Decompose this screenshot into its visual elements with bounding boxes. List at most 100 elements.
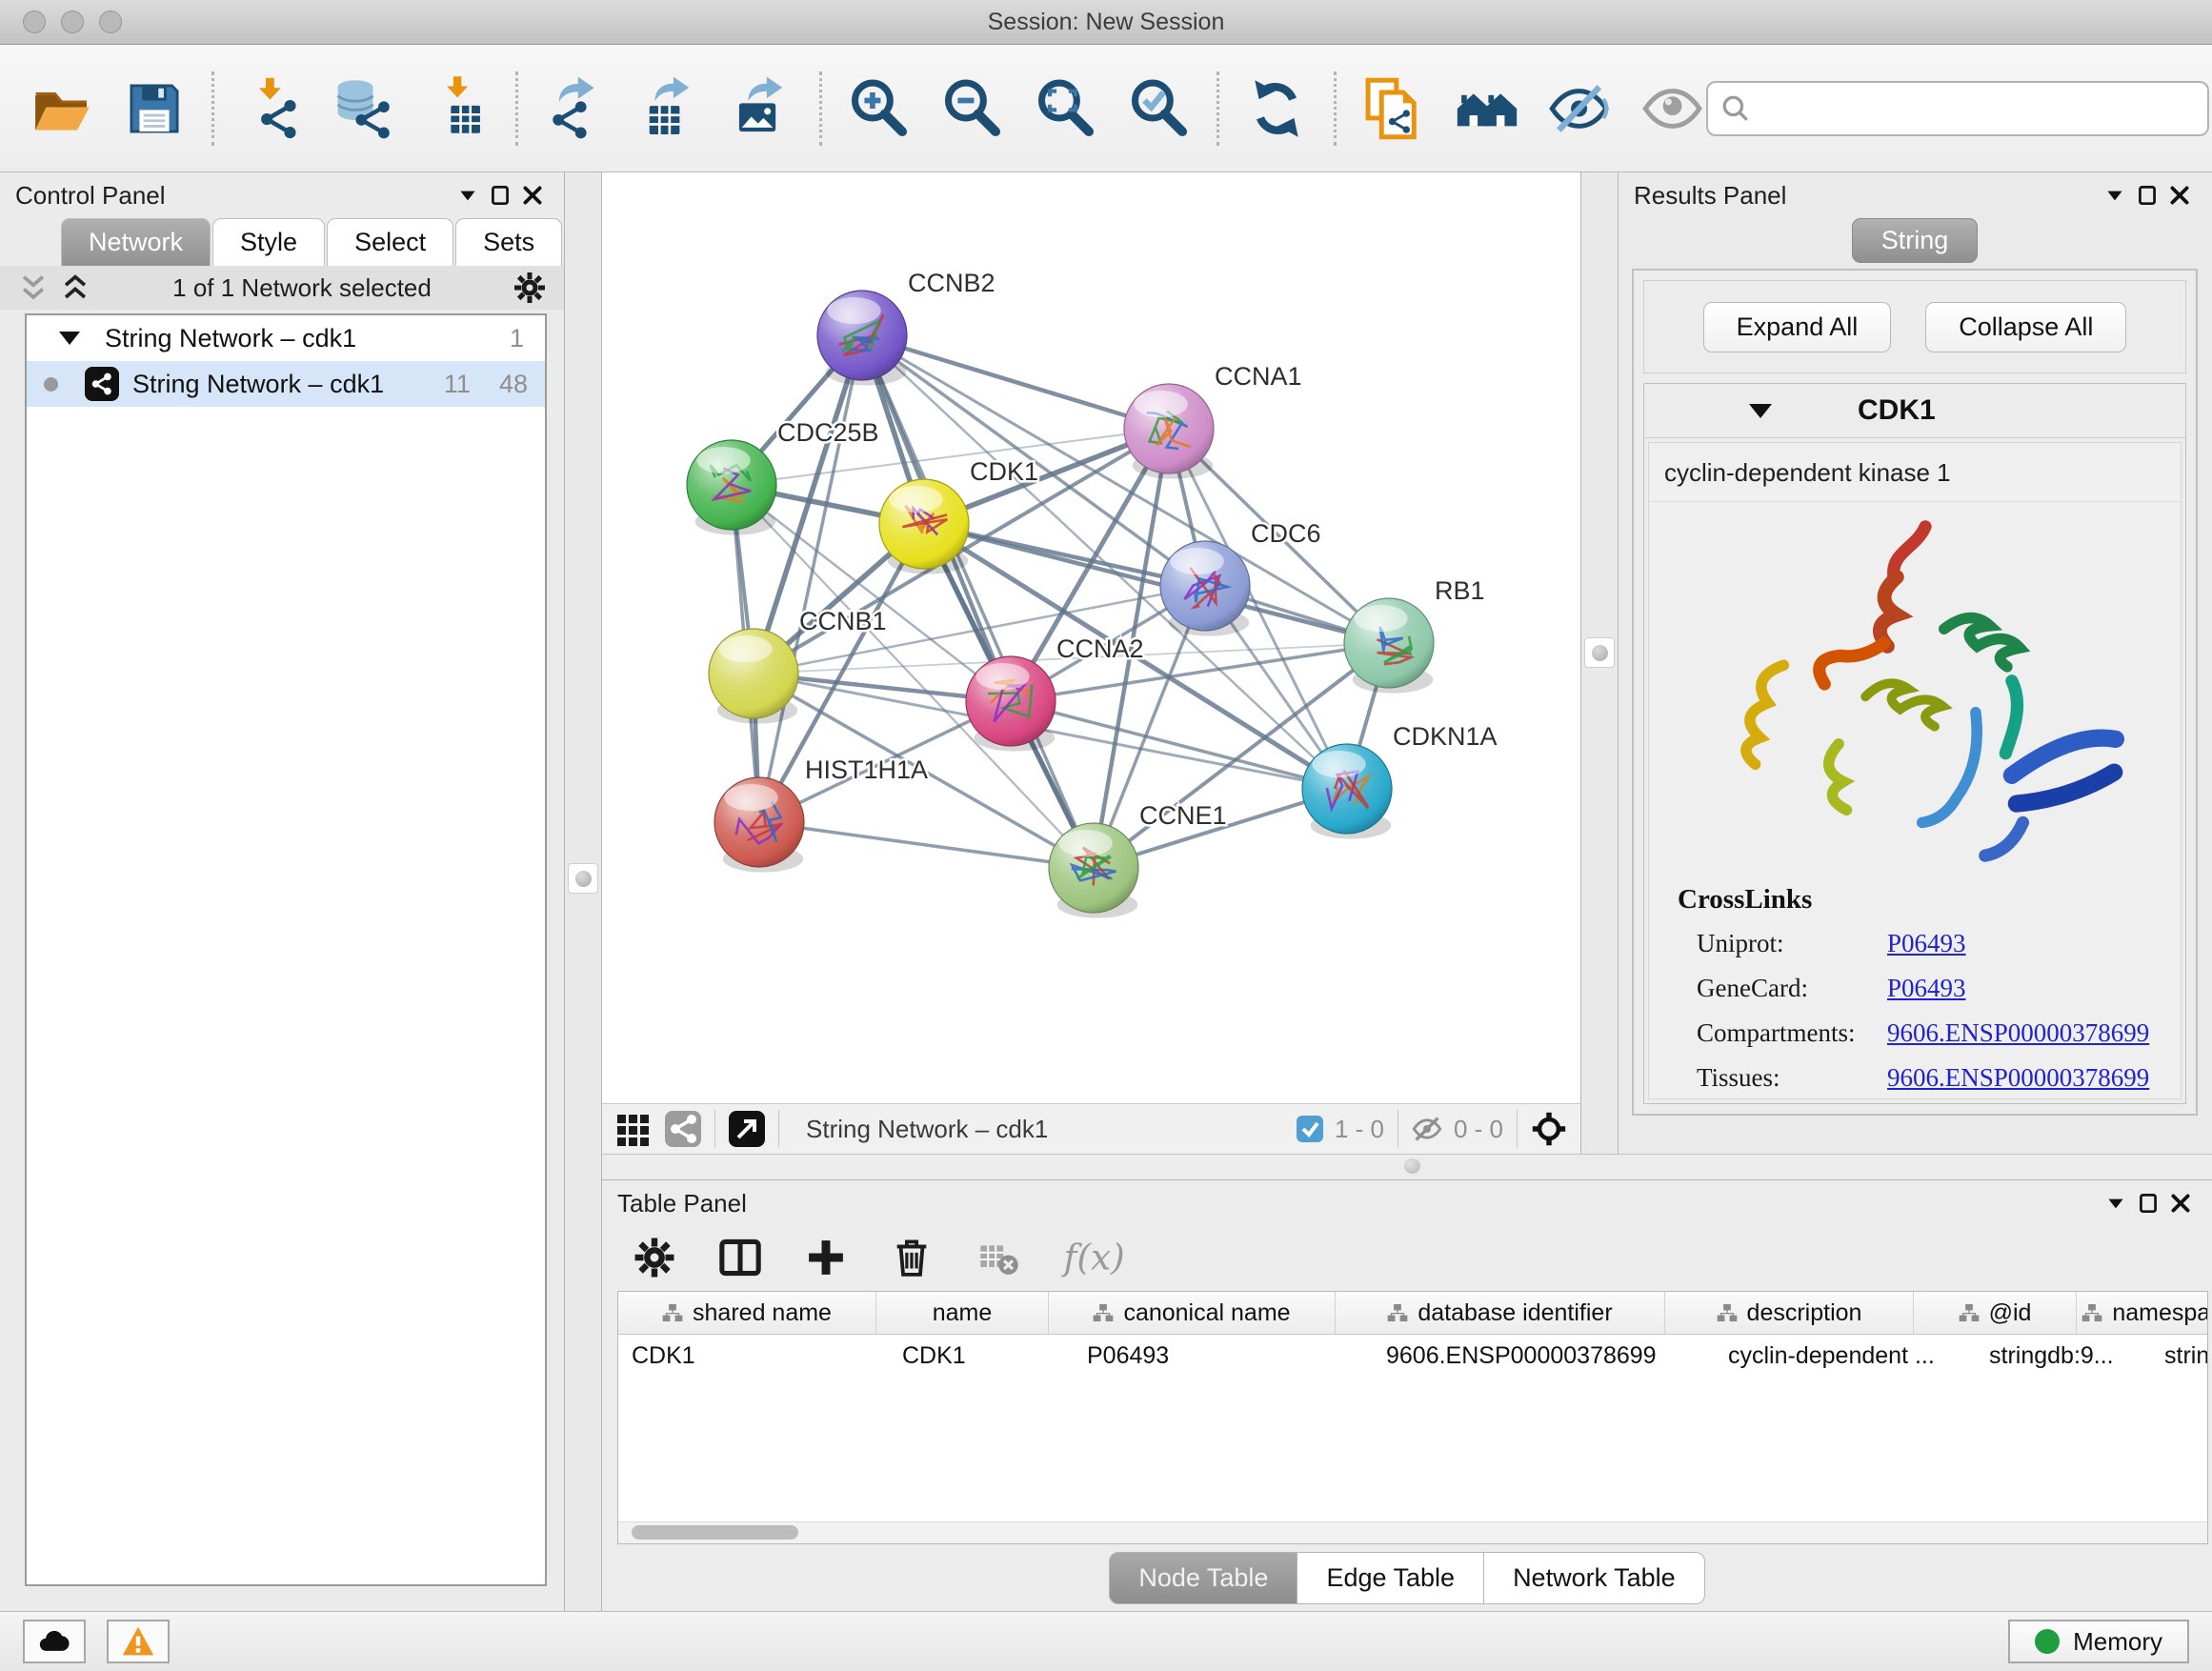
node-HIST1H1A[interactable]: HIST1H1A [714, 755, 928, 873]
tab-string[interactable]: String [1852, 218, 1979, 263]
memory-button[interactable]: Memory [2008, 1620, 2189, 1663]
edge-CCNB2-HIST1H1A[interactable] [759, 335, 862, 822]
node-CCNB1[interactable]: CCNB1 [709, 607, 887, 724]
fit-selected-button[interactable] [1531, 1111, 1567, 1147]
zoom-fit-button[interactable] [1034, 76, 1098, 141]
collapse-all-icon[interactable] [17, 272, 50, 304]
table-cell[interactable]: 9606.ENSP00000378699 [1373, 1335, 1715, 1377]
table-delete-table-button[interactable] [975, 1236, 1019, 1279]
column-header-namespac[interactable]: namespac [2077, 1292, 2208, 1334]
control-panel-close-button[interactable] [516, 179, 549, 211]
node-RB1[interactable]: RB1 [1344, 576, 1485, 694]
results-panel-float-button[interactable] [2131, 179, 2163, 211]
results-panel-collapse-button[interactable] [2099, 179, 2131, 211]
hierarchy-icon [1387, 1302, 1408, 1323]
tab-network-table[interactable]: Network Table [1484, 1552, 1705, 1604]
table-fx-button[interactable]: f(x) [1061, 1236, 1137, 1279]
open-file-button[interactable] [29, 76, 93, 141]
column-header-canonical-name[interactable]: canonical name [1049, 1292, 1336, 1334]
table-panel-float-button[interactable] [2132, 1187, 2164, 1219]
table-panel-close-button[interactable] [2164, 1187, 2197, 1219]
apply-preferred-layout-button[interactable] [1244, 76, 1309, 141]
search-input[interactable] [1760, 92, 2196, 124]
tissues-link[interactable]: 9606.ENSP00000378699 [1887, 1063, 2149, 1093]
zoom-selected-button[interactable] [1127, 76, 1192, 141]
network-collection-row[interactable]: String Network – cdk1 1 [27, 315, 545, 361]
export-network-button[interactable] [543, 76, 608, 141]
tab-node-table[interactable]: Node Table [1109, 1552, 1297, 1604]
column-header-database-identifier[interactable]: database identifier [1336, 1292, 1665, 1334]
gene-section-header[interactable]: CDK1 [1644, 384, 2185, 438]
show-all-hidden-button[interactable] [1641, 76, 1706, 141]
expand-all-button[interactable]: Expand All [1703, 302, 1892, 352]
selected-checkbox-icon[interactable] [1297, 1116, 1323, 1142]
network-from-selection-button[interactable] [1361, 76, 1426, 141]
genecard-link[interactable]: P06493 [1887, 974, 1966, 1003]
save-session-button[interactable] [122, 76, 187, 141]
network-mode-button[interactable] [665, 1111, 701, 1147]
import-table-file-button[interactable] [426, 76, 491, 141]
table-cell[interactable]: stringdb [2151, 1335, 2208, 1377]
node-CCNA1[interactable]: CCNA1 [1124, 362, 1302, 479]
zoom-out-button[interactable] [940, 76, 1005, 141]
table-delete-button[interactable] [890, 1236, 934, 1279]
results-panel-close-button[interactable] [2163, 179, 2196, 211]
edge-CCNB2-CCNA1[interactable] [862, 335, 1169, 429]
table-columns-button[interactable] [718, 1236, 762, 1279]
memory-status-dot [2035, 1629, 2060, 1654]
node-CDK1[interactable]: CDK1 [879, 457, 1038, 574]
import-network-file-button[interactable] [239, 76, 304, 141]
collapse-all-button[interactable]: Collapse All [1925, 302, 2126, 352]
export-image-button[interactable] [730, 76, 794, 141]
table-cell[interactable]: CDK1 [618, 1335, 889, 1377]
warning-icon [121, 1624, 155, 1659]
network-options-gear-icon[interactable] [513, 271, 547, 305]
node-CCNE1[interactable]: CCNE1 [1049, 801, 1227, 918]
right-splitter-handle[interactable] [1584, 637, 1615, 668]
column-header-description[interactable]: description [1665, 1292, 1914, 1334]
tab-style[interactable]: Style [212, 218, 325, 266]
table-cell[interactable]: P06493 [1074, 1335, 1373, 1377]
control-panel-collapse-button[interactable] [452, 179, 484, 211]
table-cell[interactable]: stringdb:9... [1976, 1335, 2151, 1377]
hide-selected-button[interactable] [1548, 76, 1613, 141]
gene-collapse-icon[interactable] [1749, 404, 1772, 418]
node-CDKN1A[interactable]: CDKN1A [1302, 722, 1498, 839]
tab-select[interactable]: Select [327, 218, 453, 266]
network-canvas[interactable]: CCNB2 CCNA1 CDC25B CDK1 CDC6 RB1 CCNB1 [602, 172, 1580, 1103]
table-cell[interactable]: CDK1 [889, 1335, 1074, 1377]
warning-button[interactable] [107, 1620, 170, 1663]
selected-counts: 1 - 0 [1297, 1115, 1384, 1144]
toolbar-separator [819, 71, 822, 146]
control-panel-float-button[interactable] [484, 179, 516, 211]
show-welcome-screen-button[interactable] [1455, 76, 1519, 141]
zoom-in-button[interactable] [847, 76, 912, 141]
column-header--id[interactable]: @id [1914, 1292, 2077, 1334]
column-header-name[interactable]: name [876, 1292, 1049, 1334]
table-gear-button[interactable] [633, 1236, 676, 1279]
tab-network[interactable]: Network [61, 218, 211, 266]
expand-all-icon[interactable] [59, 272, 91, 304]
birds-eye-view-button[interactable] [729, 1111, 765, 1147]
uniprot-link[interactable]: P06493 [1887, 929, 1966, 958]
table-panel-collapse-button[interactable] [2100, 1187, 2132, 1219]
import-network-database-button[interactable] [332, 76, 397, 141]
table-row[interactable]: CDK1CDK1P064939606.ENSP00000378699cyclin… [618, 1335, 2207, 1377]
collection-expand-icon[interactable] [59, 332, 80, 345]
column-header-shared-name[interactable]: shared name [618, 1292, 876, 1334]
edge-HIST1H1A-CCNE1[interactable] [759, 822, 1094, 868]
compartments-link[interactable]: 9606.ENSP00000378699 [1887, 1018, 2149, 1048]
table-splitter-handle[interactable] [1404, 1158, 1420, 1174]
tab-sets[interactable]: Sets [455, 218, 562, 266]
table-cell[interactable]: cyclin-dependent ... [1715, 1335, 1976, 1377]
left-splitter-handle[interactable] [568, 863, 598, 894]
scrollbar-thumb[interactable] [632, 1525, 798, 1540]
cloud-status-button[interactable] [23, 1620, 86, 1663]
edge-CCNB2-CCNE1[interactable] [862, 335, 1094, 868]
export-table-button[interactable] [636, 76, 701, 141]
table-add-button[interactable] [804, 1236, 848, 1279]
network-row[interactable]: String Network – cdk1 11 48 [27, 361, 545, 407]
grid-mode-button[interactable] [615, 1111, 652, 1147]
tab-edge-table[interactable]: Edge Table [1297, 1552, 1484, 1604]
node-CDC25B[interactable]: CDC25B [687, 418, 879, 535]
